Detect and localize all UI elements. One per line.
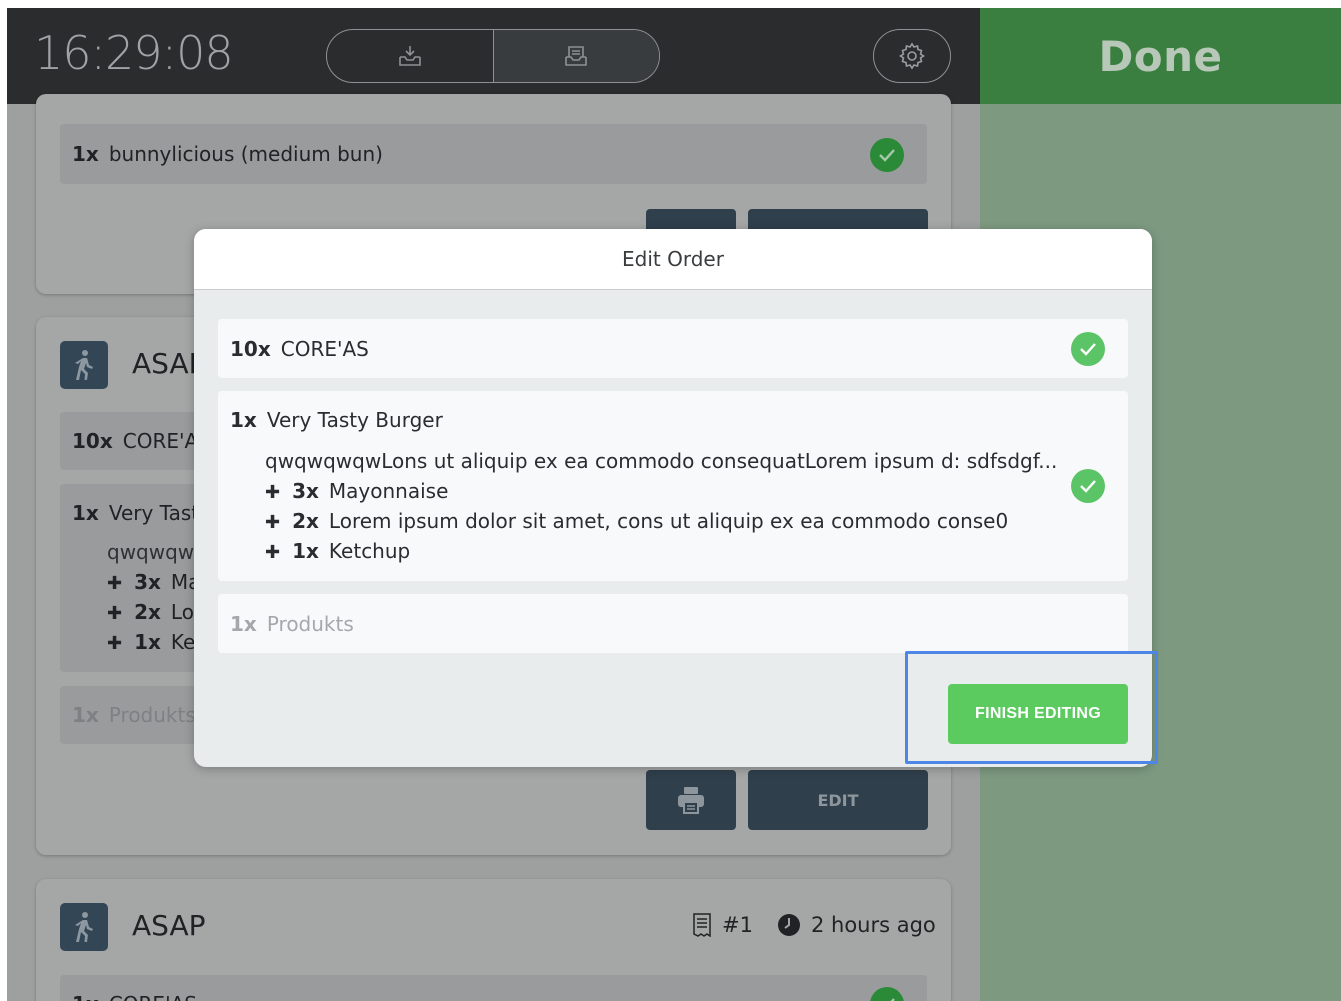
item-qty: 1x (72, 703, 99, 727)
item-qty: 10x (230, 337, 271, 361)
edit-button[interactable]: EDIT (748, 770, 928, 830)
modal-item-row[interactable]: 1x Produkts (218, 594, 1128, 653)
settings-button[interactable] (873, 29, 951, 83)
item-qty: 10x (72, 429, 113, 453)
item-note: qwqwqw (107, 540, 195, 564)
item-name: Produkts (266, 612, 354, 636)
modifier-row: ✚ 2x Lorem ipsum dolor sit amet, cons ut a… (265, 509, 1009, 533)
item-name: Produkts (108, 703, 196, 727)
gear-icon (899, 42, 925, 70)
check-icon (870, 987, 904, 1001)
order-card: ASAP #1 2 hours ago 1x CORE'AS (36, 879, 951, 1001)
modal-title: Edit Order (622, 247, 724, 271)
done-column-header[interactable]: Done (980, 8, 1341, 104)
incoming-tab[interactable] (327, 30, 493, 82)
item-qty: 1x (230, 408, 257, 432)
walking-person-icon (60, 341, 108, 389)
item-name: CORE'AS (109, 992, 197, 1001)
order-item-row: 1x bunnylicious (medium bun) (60, 124, 927, 184)
item-qty: 1x (72, 142, 99, 166)
view-toggle (326, 29, 660, 83)
item-name: CORE'AS (280, 337, 369, 361)
done-label: Done (1098, 31, 1223, 81)
order-timing: ASAP (132, 909, 206, 942)
printer-icon (678, 787, 704, 814)
order-item-row: 1x CORE'AS (60, 975, 927, 1001)
item-name: bunnylicious (medium bun) (108, 142, 383, 166)
print-button[interactable] (646, 770, 736, 830)
item-qty: 1x (230, 612, 257, 636)
item-qty: 1x (72, 501, 99, 525)
check-icon (870, 138, 904, 172)
highlight-box (905, 651, 1158, 764)
check-icon[interactable] (1071, 469, 1105, 503)
app-window: 16:29:08 Done 1x bunnylicious (medium bu… (7, 8, 1341, 1001)
inbox-tray-icon (565, 46, 588, 66)
order-number: #1 (722, 913, 753, 937)
receipt-icon (693, 913, 711, 937)
inbox-download-icon (398, 46, 421, 66)
modifier-row: ✚ 3x Mayonnaise (265, 479, 449, 503)
modifier-row: ✚ 1x Ketchup (265, 539, 411, 563)
check-icon[interactable] (1071, 332, 1105, 366)
item-name: Very Tasty Burger (266, 408, 443, 432)
clock: 16:29:08 (34, 26, 234, 80)
modal-header: Edit Order (194, 229, 1152, 290)
top-bar: 16:29:08 (7, 8, 980, 104)
item-qty: 1x (72, 992, 99, 1001)
modal-item-row[interactable]: 10x CORE'AS (218, 319, 1128, 378)
modal-item-row[interactable]: 1x Very Tasty Burger qwqwqwqwLons ut aliq… (218, 391, 1128, 581)
clock-icon (777, 914, 800, 936)
item-note: qwqwqwqwLons ut aliquip ex ea commodo co… (265, 449, 1058, 473)
archive-tab[interactable] (492, 30, 659, 82)
walking-person-icon (60, 903, 108, 951)
order-time-ago: 2 hours ago (810, 913, 936, 937)
